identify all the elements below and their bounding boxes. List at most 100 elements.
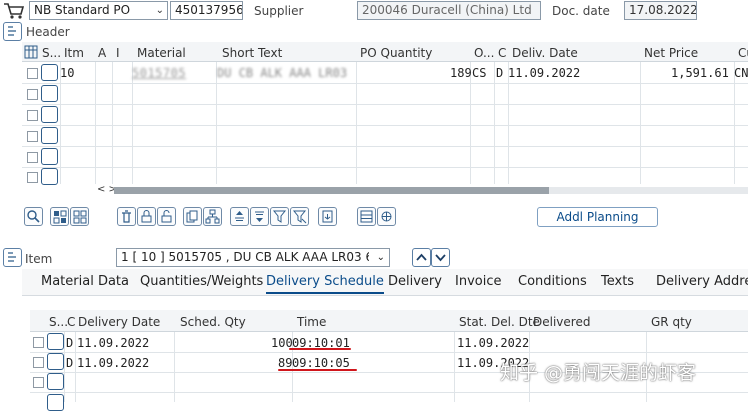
row-checkbox[interactable] — [27, 172, 38, 183]
export-icon[interactable] — [318, 207, 337, 226]
col-header-status[interactable]: S... — [49, 315, 68, 329]
currency: CN — [734, 66, 748, 80]
deselect-all-icon[interactable] — [70, 207, 89, 226]
delivery-time: 09:10:05 — [292, 356, 350, 370]
col-header-sched-qty[interactable]: Sched. Qty — [180, 315, 246, 329]
row-select-button[interactable] — [41, 106, 58, 123]
chevron-down-icon[interactable]: ⌄ — [377, 249, 385, 266]
row-checkbox[interactable] — [33, 377, 44, 388]
col-header-i[interactable]: I — [116, 46, 120, 60]
net-price: 1,591.61 — [671, 66, 729, 80]
item-section-label: Item — [25, 252, 53, 266]
select-all-icon[interactable] — [50, 207, 69, 226]
schedule-table: S... C Delivery Date Sched. Qty Time Sta… — [0, 310, 748, 411]
copy-icon[interactable] — [183, 207, 202, 226]
material-link[interactable]: 5015705 — [132, 66, 186, 80]
details-icon[interactable] — [24, 207, 43, 226]
short-text: DU CB ALK AAA LR03 6SW — [217, 66, 353, 80]
annotation-underline — [278, 369, 357, 371]
tab-quantities-weights[interactable]: Quantities/Weights — [140, 274, 263, 289]
row-select-button[interactable] — [41, 64, 58, 81]
col-header-c[interactable]: C — [67, 315, 75, 329]
tab-texts[interactable]: Texts — [601, 274, 634, 289]
next-item-button[interactable] — [431, 248, 450, 267]
addl-planning-button[interactable]: Addl Planning — [537, 207, 658, 227]
tab-material-data[interactable]: Material Data — [41, 274, 129, 289]
row-select-button[interactable] — [47, 373, 64, 390]
col-header-order-unit[interactable]: O... — [474, 46, 494, 60]
doc-date-field[interactable]: 17.08.2022 — [624, 1, 697, 20]
row-select-button[interactable] — [41, 85, 58, 102]
scrollbar-thumb[interactable] — [114, 187, 549, 194]
tab-invoice[interactable]: Invoice — [455, 274, 501, 289]
tab-delivery-address[interactable]: Delivery Address — [656, 274, 748, 289]
row-select-button[interactable] — [41, 168, 58, 185]
sort-descending-icon[interactable] — [250, 207, 269, 226]
unlock-icon[interactable] — [157, 207, 176, 226]
col-header-gr-qty[interactable]: GR qty — [651, 315, 692, 329]
filter-icon[interactable] — [270, 207, 289, 226]
filter-settings-icon[interactable] — [290, 207, 309, 226]
network-icon[interactable] — [377, 207, 396, 226]
expand-header-button[interactable] — [3, 22, 22, 41]
previous-item-button[interactable] — [412, 248, 431, 267]
col-header-status[interactable]: S... — [42, 46, 61, 60]
col-header-material[interactable]: Material — [137, 46, 186, 60]
col-header-delivered[interactable]: Delivered — [533, 315, 590, 329]
document-type-value: NB Standard PO — [34, 3, 131, 17]
delivery-date: 11.09.2022 — [77, 356, 150, 370]
item-number: 10 — [60, 66, 75, 80]
items-table: S... Itm A I Material Short Text PO Quan… — [0, 42, 748, 195]
po-quantity: 189 — [450, 66, 472, 80]
col-header-item[interactable]: Itm — [64, 46, 84, 60]
horizontal-scrollbar[interactable] — [114, 187, 748, 194]
col-header-a[interactable]: A — [98, 46, 106, 60]
col-header-time[interactable]: Time — [297, 315, 326, 329]
row-select-button[interactable] — [47, 394, 64, 411]
item-selector[interactable]: 1 [ 10 ] 5015705 , DU CB ALK AAA LR03 6S… — [116, 248, 390, 267]
row-checkbox[interactable] — [27, 110, 38, 121]
sort-ascending-icon[interactable] — [230, 207, 249, 226]
col-header-delivery-date[interactable]: Delivery Date — [78, 315, 160, 329]
row-select-button[interactable] — [47, 333, 64, 350]
row-checkbox[interactable] — [33, 337, 44, 348]
row-checkbox[interactable] — [27, 68, 38, 79]
annotation-underline — [289, 348, 351, 350]
row-checkbox[interactable] — [33, 357, 44, 368]
row-checkbox[interactable] — [27, 131, 38, 142]
watermark: 知乎 @勇闯天涯的虾客 — [500, 362, 697, 384]
col-header-po-quantity[interactable]: PO Quantity — [360, 46, 432, 60]
layout-icon[interactable] — [357, 207, 376, 226]
table-settings-icon[interactable] — [24, 45, 38, 59]
row-select-button[interactable] — [47, 353, 64, 370]
col-header-short-text[interactable]: Short Text — [222, 46, 282, 60]
col-header-deliv-date[interactable]: Deliv. Date — [512, 46, 578, 60]
col-header-stat-del-date[interactable]: Stat. Del. Dte — [459, 315, 540, 329]
item-selector-value: 1 [ 10 ] 5015705 , DU CB ALK AAA LR03 6S… — [121, 250, 369, 264]
tab-delivery-schedule[interactable]: Delivery Schedule — [266, 274, 384, 294]
row-select-button[interactable] — [41, 148, 58, 165]
row-checkbox[interactable] — [27, 152, 38, 163]
col-header-currency[interactable]: Cu — [738, 46, 748, 60]
po-number-field[interactable]: 4501379561 — [170, 1, 243, 20]
row-checkbox[interactable] — [27, 89, 38, 100]
deliv-date: 11.09.2022 — [508, 66, 581, 80]
chevron-down-icon[interactable]: ⌄ — [156, 2, 164, 19]
col-header-net-price[interactable]: Net Price — [644, 46, 698, 60]
order-unit: CS — [472, 66, 487, 80]
deliv-date-type: D — [496, 66, 504, 80]
header-section-label: Header — [26, 25, 70, 39]
lock-icon[interactable] — [137, 207, 156, 226]
tab-conditions[interactable]: Conditions — [518, 274, 587, 289]
col-header-c[interactable]: C — [498, 46, 506, 60]
tab-delivery[interactable]: Delivery — [388, 274, 442, 289]
delete-icon[interactable] — [117, 207, 136, 226]
hierarchy-icon[interactable] — [203, 207, 222, 226]
row-select-button[interactable] — [41, 127, 58, 144]
supplier-field[interactable]: 200046 Duracell (China) Ltd — [357, 1, 541, 20]
cart-icon[interactable] — [3, 2, 25, 20]
document-type-select[interactable]: NB Standard PO ⌄ — [29, 1, 168, 20]
collapse-item-button[interactable] — [3, 248, 22, 267]
stat-del-date: 11.09.2022 — [457, 336, 530, 350]
delivery-date: 11.09.2022 — [77, 336, 150, 350]
